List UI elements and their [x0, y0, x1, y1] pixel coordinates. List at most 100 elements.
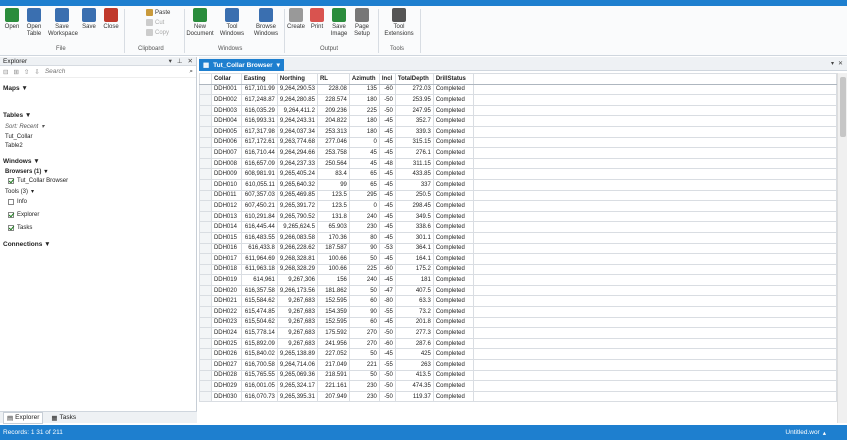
row-selector[interactable] [199, 210, 212, 223]
table-cell[interactable]: DDH003 [210, 104, 242, 117]
table-cell[interactable]: Completed [432, 380, 474, 392]
table-cell[interactable]: 9,268,328.81 [276, 253, 318, 265]
table-cell[interactable]: 50 [348, 284, 380, 297]
table-row[interactable]: DDH011 607,357.03 9,265,469.85 123.5 295 -45 2… [199, 189, 837, 202]
table-cell[interactable]: 9,265,624.5 [276, 221, 318, 233]
table-cell[interactable]: -45 [378, 221, 396, 233]
table-cell[interactable]: 9,266,083.58 [276, 231, 318, 244]
table-cell[interactable]: 181.862 [316, 284, 350, 297]
table-cell[interactable]: Completed [432, 157, 474, 170]
table-cell[interactable]: 135 [348, 83, 380, 96]
table-cell[interactable]: 352.7 [394, 115, 434, 127]
table-cell[interactable]: 616,483.55 [240, 231, 278, 244]
table-cell[interactable]: -60 [378, 337, 396, 350]
section-windows[interactable]: Windows ▼ [3, 158, 40, 165]
table-cell[interactable]: 225 [348, 104, 380, 117]
table-cell[interactable]: DDH020 [210, 284, 242, 297]
table-cell[interactable]: DDH013 [210, 210, 242, 223]
row-selector[interactable] [199, 306, 212, 318]
table-cell[interactable]: 73.2 [394, 306, 434, 318]
table-cell[interactable]: 615,892.09 [240, 337, 278, 350]
table-cell[interactable]: 616,433.8 [240, 242, 278, 255]
table-cell[interactable]: 9,264,290.53 [276, 83, 318, 96]
table-cell[interactable]: DDH027 [210, 359, 242, 371]
table-cell[interactable]: 250.564 [316, 157, 350, 170]
table-cell[interactable]: 272.03 [394, 83, 434, 96]
table-cell[interactable]: DDH019 [210, 274, 242, 286]
explorer-search-input[interactable] [44, 68, 185, 75]
row-selector[interactable] [199, 189, 212, 202]
table-cell[interactable]: Completed [432, 115, 474, 127]
table-cell[interactable]: 63.3 [394, 295, 434, 308]
table-cell[interactable]: -50 [378, 390, 396, 403]
table-row[interactable]: DDH003 616,035.29 9,264,411.2 209.236 225 -50… [199, 104, 837, 117]
table-cell[interactable]: DDH016 [210, 242, 242, 255]
table-cell[interactable]: 611,964.69 [240, 253, 278, 265]
page-setup-button[interactable]: Page Setup [352, 8, 372, 37]
table-row[interactable]: DDH021 615,584.62 9,267,683 152.595 60 -80 63.… [199, 295, 837, 308]
table-cell[interactable]: 65 [348, 168, 380, 180]
table-cell[interactable]: 207.949 [316, 390, 350, 403]
explorer-checkbox[interactable] [8, 212, 14, 218]
table-cell[interactable]: 616,445.44 [240, 221, 278, 233]
row-selector[interactable] [199, 337, 212, 350]
row-selector[interactable] [199, 284, 212, 297]
table-cell[interactable]: -45 [378, 231, 396, 244]
row-selector[interactable] [199, 348, 212, 361]
table-row[interactable]: DDH007 616,710.44 9,264,294.66 253.758 45 -45… [199, 147, 837, 159]
table-cell[interactable]: 413.5 [394, 369, 434, 382]
row-selector[interactable] [199, 390, 212, 403]
table-cell[interactable]: 298.45 [394, 200, 434, 212]
row-selector[interactable] [199, 136, 212, 149]
table-cell[interactable]: 152.595 [316, 316, 350, 329]
table-cell[interactable]: DDH002 [210, 94, 242, 106]
table-item[interactable]: Table2 [5, 143, 23, 149]
table-cell[interactable]: Completed [432, 231, 474, 244]
table-cell[interactable]: 65 [348, 178, 380, 191]
tab-explorer[interactable]: ▤ Explorer [3, 411, 44, 424]
tab-tasks[interactable]: ▦ Tasks [51, 414, 76, 422]
table-cell[interactable]: 50 [348, 253, 380, 265]
table-cell[interactable]: -45 [378, 178, 396, 191]
table-row[interactable]: DDH017 611,964.69 9,268,328.81 100.66 50 -45 1… [199, 253, 837, 265]
table-cell[interactable]: 217.049 [316, 359, 350, 371]
table-cell[interactable]: -50 [378, 380, 396, 392]
table-row[interactable]: DDH012 607,450.21 9,265,391.72 123.5 0 -45 298… [199, 200, 837, 212]
table-cell[interactable]: DDH008 [210, 157, 242, 170]
table-cell[interactable]: 9,264,243.31 [276, 115, 318, 127]
table-cell[interactable]: Completed [432, 94, 474, 106]
table-cell[interactable]: 474.35 [394, 380, 434, 392]
table-cell[interactable]: 615,765.55 [240, 369, 278, 382]
table-row[interactable]: DDH023 615,504.62 9,267,683 152.595 60 -45 201… [199, 316, 837, 329]
table-cell[interactable]: Completed [432, 147, 474, 159]
open-button[interactable]: Open [3, 8, 21, 31]
table-cell[interactable]: 315.15 [394, 136, 434, 149]
table-row[interactable]: DDH001 617,101.99 9,264,290.53 228.08 135 -60… [199, 83, 837, 96]
table-cell[interactable]: 90 [348, 242, 380, 255]
table-cell[interactable]: 230 [348, 380, 380, 392]
table-cell[interactable]: 270 [348, 327, 380, 339]
table-cell[interactable]: 276.1 [394, 147, 434, 159]
table-cell[interactable]: DDH009 [210, 168, 242, 180]
table-cell[interactable]: 9,265,324.17 [276, 380, 318, 392]
table-row[interactable]: DDH028 615,765.55 9,265,069.36 218.591 50 -50… [199, 369, 837, 382]
table-cell[interactable]: 311.15 [394, 157, 434, 170]
table-cell[interactable]: -45 [378, 115, 396, 127]
table-cell[interactable]: 180 [348, 115, 380, 127]
table-cell[interactable]: 263 [394, 359, 434, 371]
table-cell[interactable]: DDH010 [210, 178, 242, 191]
table-cell[interactable]: Completed [432, 200, 474, 212]
row-selector[interactable] [199, 221, 212, 233]
table-cell[interactable]: 253.313 [316, 125, 350, 138]
table-cell[interactable]: 9,267,683 [276, 316, 318, 329]
table-cell[interactable]: Completed [432, 306, 474, 318]
table-cell[interactable]: 617,317.98 [240, 125, 278, 138]
table-cell[interactable]: 615,474.85 [240, 306, 278, 318]
section-maps[interactable]: Maps ▼ [3, 85, 28, 92]
table-row[interactable]: DDH019 614,961 9,267,306 156 240 -45 181 Comple… [199, 274, 837, 286]
column-header[interactable]: Northing [276, 73, 318, 85]
table-cell[interactable]: 227.052 [316, 348, 350, 361]
open-table-button[interactable]: Open Table [24, 8, 44, 37]
row-selector[interactable] [199, 369, 212, 382]
table-cell[interactable]: Completed [432, 348, 474, 361]
